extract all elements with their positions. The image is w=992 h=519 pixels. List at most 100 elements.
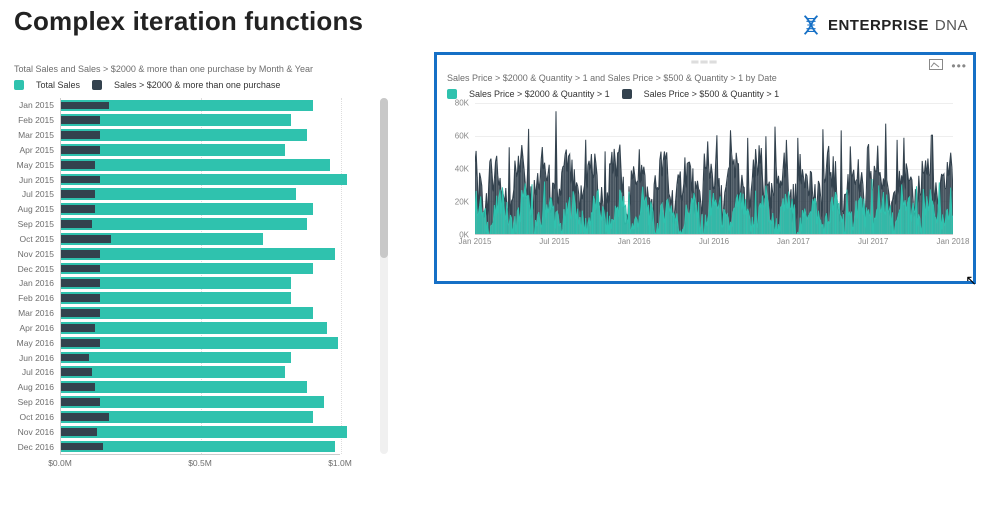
left-category-label: Apr 2016 xyxy=(8,323,54,333)
bar-row xyxy=(61,291,340,306)
left-category-label: Oct 2016 xyxy=(8,412,54,422)
left-category-label: Oct 2015 xyxy=(8,234,54,244)
left-y-labels: Jan 2015Feb 2015Mar 2015Apr 2015May 2015… xyxy=(12,98,58,454)
bar-row xyxy=(61,365,340,380)
bar-row xyxy=(61,424,340,439)
bar-row xyxy=(61,202,340,217)
right-lines-svg xyxy=(475,103,953,235)
left-category-label: Jun 2016 xyxy=(8,353,54,363)
bar-filtered-sales[interactable] xyxy=(61,398,100,406)
legend-label-filtered-sales: Sales > $2000 & more than one purchase xyxy=(114,80,280,90)
bar-row xyxy=(61,276,340,291)
more-options-icon[interactable]: ••• xyxy=(951,59,967,73)
bar-row xyxy=(61,217,340,232)
bar-filtered-sales[interactable] xyxy=(61,368,92,376)
bar-filtered-sales[interactable] xyxy=(61,339,100,347)
bar-total-sales[interactable] xyxy=(61,159,330,171)
bar-filtered-sales[interactable] xyxy=(61,235,111,243)
right-ytick-20: 20K xyxy=(445,198,469,207)
left-category-label: May 2016 xyxy=(8,338,54,348)
bar-row xyxy=(61,320,340,335)
left-chart-title: Total Sales and Sales > $2000 & more tha… xyxy=(14,64,414,74)
left-plot-area: Jan 2015Feb 2015Mar 2015Apr 2015May 2015… xyxy=(14,98,364,473)
left-scrollbar[interactable] xyxy=(380,98,388,454)
bar-row xyxy=(61,380,340,395)
right-xtick: Jan 2017 xyxy=(777,237,810,246)
bar-total-sales[interactable] xyxy=(61,396,324,408)
bar-total-sales[interactable] xyxy=(61,188,296,200)
bar-filtered-sales[interactable] xyxy=(61,428,97,436)
bar-total-sales[interactable] xyxy=(61,366,285,378)
card-drag-handle[interactable]: ═══ xyxy=(691,57,718,68)
right-xtick: Jul 2016 xyxy=(699,237,729,246)
right-xtick: Jan 2015 xyxy=(459,237,492,246)
mouse-cursor-icon: ↖ xyxy=(965,272,977,289)
bar-row xyxy=(61,157,340,172)
bar-filtered-sales[interactable] xyxy=(61,146,100,154)
bar-row xyxy=(61,261,340,276)
bar-filtered-sales[interactable] xyxy=(61,102,109,110)
bar-filtered-sales[interactable] xyxy=(61,220,92,228)
bar-row xyxy=(61,350,340,365)
bar-filtered-sales[interactable] xyxy=(61,205,95,213)
bar-filtered-sales[interactable] xyxy=(61,279,100,287)
left-category-label: Sep 2015 xyxy=(8,219,54,229)
bar-total-sales[interactable] xyxy=(61,322,327,334)
bar-filtered-sales[interactable] xyxy=(61,190,95,198)
page-title: Complex iteration functions xyxy=(14,6,363,37)
right-line-chart[interactable]: ═══ ••• Sales Price > $2000 & Quantity >… xyxy=(434,52,976,284)
bar-filtered-sales[interactable] xyxy=(61,354,89,362)
left-chart-legend: Total Sales Sales > $2000 & more than on… xyxy=(14,80,414,90)
right-plot-area: 80K 60K 40K 20K 0K Jan 2015 Jul 2015 Jan… xyxy=(447,103,957,253)
bar-row xyxy=(61,98,340,113)
bar-total-sales[interactable] xyxy=(61,218,307,230)
left-scrollbar-thumb[interactable] xyxy=(380,98,388,258)
left-category-label: May 2015 xyxy=(8,160,54,170)
left-category-label: Mar 2016 xyxy=(8,308,54,318)
brand-text-main: ENTERPRISE xyxy=(828,17,929,34)
legend-swatch-teal xyxy=(447,89,457,99)
right-xtick: Jul 2017 xyxy=(858,237,888,246)
bar-row xyxy=(61,142,340,157)
bar-filtered-sales[interactable] xyxy=(61,131,100,139)
left-category-label: Aug 2015 xyxy=(8,204,54,214)
bar-total-sales[interactable] xyxy=(61,352,291,364)
bar-total-sales[interactable] xyxy=(61,248,335,260)
right-x-axis: Jan 2015 Jul 2015 Jan 2016 Jul 2016 Jan … xyxy=(475,237,953,251)
bar-total-sales[interactable] xyxy=(61,337,338,349)
legend-label-series1: Sales Price > $2000 & Quantity > 1 xyxy=(469,89,610,99)
bar-total-sales[interactable] xyxy=(61,426,347,438)
bar-filtered-sales[interactable] xyxy=(61,324,95,332)
left-category-label: Aug 2016 xyxy=(8,382,54,392)
right-chart-title: Sales Price > $2000 & Quantity > 1 and S… xyxy=(447,73,963,83)
bar-row xyxy=(61,172,340,187)
left-x-axis: $0.0M $0.5M $1.0M xyxy=(60,454,340,472)
legend-swatch-dark xyxy=(92,80,102,90)
bar-total-sales[interactable] xyxy=(61,174,347,186)
bar-filtered-sales[interactable] xyxy=(61,309,100,317)
focus-mode-icon[interactable] xyxy=(929,59,943,73)
legend-label-total-sales: Total Sales xyxy=(36,80,80,90)
left-category-label: Jun 2015 xyxy=(8,175,54,185)
left-category-label: Nov 2015 xyxy=(8,249,54,259)
bar-total-sales[interactable] xyxy=(61,381,307,393)
bar-filtered-sales[interactable] xyxy=(61,161,95,169)
bar-total-sales[interactable] xyxy=(61,203,313,215)
legend-swatch-teal xyxy=(14,80,24,90)
left-category-label: Sep 2016 xyxy=(8,397,54,407)
bar-row xyxy=(61,128,340,143)
bar-filtered-sales[interactable] xyxy=(61,265,100,273)
bar-row xyxy=(61,409,340,424)
bar-filtered-sales[interactable] xyxy=(61,413,109,421)
left-category-label: Dec 2015 xyxy=(8,264,54,274)
bar-filtered-sales[interactable] xyxy=(61,443,103,451)
right-xtick: Jan 2018 xyxy=(937,237,970,246)
bar-filtered-sales[interactable] xyxy=(61,383,95,391)
bar-filtered-sales[interactable] xyxy=(61,294,100,302)
left-bar-chart[interactable]: Total Sales and Sales > $2000 & more tha… xyxy=(14,64,414,504)
bar-row xyxy=(61,246,340,261)
bar-filtered-sales[interactable] xyxy=(61,116,100,124)
left-category-label: Feb 2015 xyxy=(8,115,54,125)
bar-filtered-sales[interactable] xyxy=(61,176,100,184)
bar-filtered-sales[interactable] xyxy=(61,250,100,258)
